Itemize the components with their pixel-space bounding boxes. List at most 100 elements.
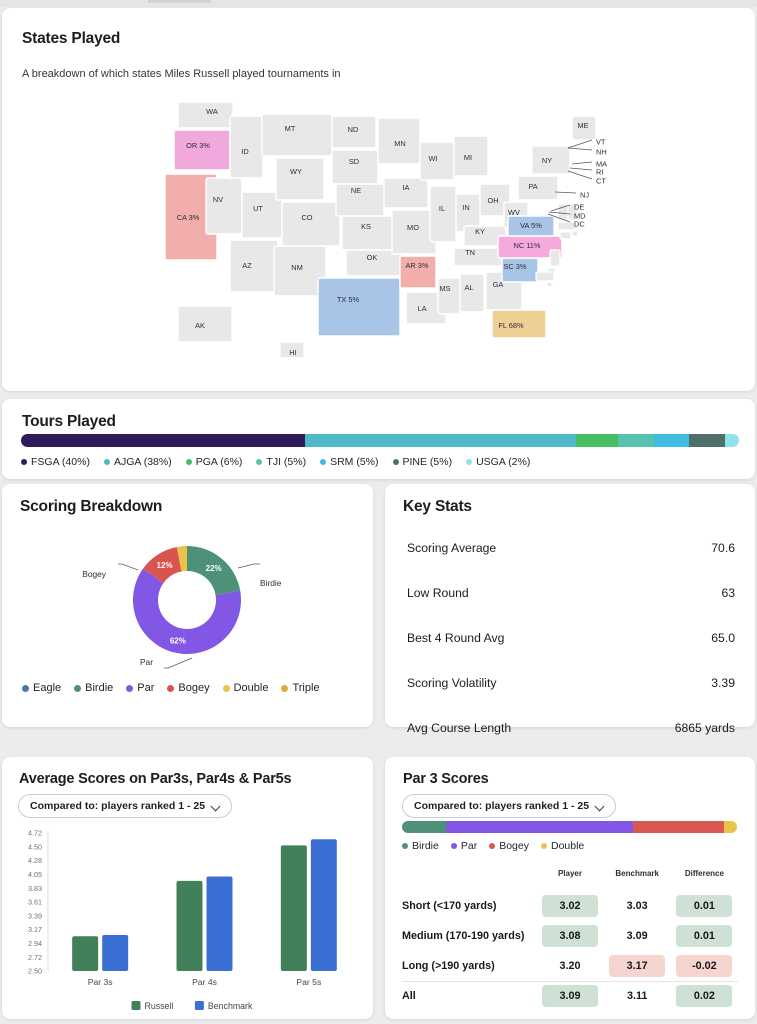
bar-par4s-russell[interactable] [176, 880, 203, 971]
tours-legend-label: PGA (6%) [195, 456, 243, 468]
tours-segment-srm[interactable] [653, 434, 690, 447]
map-state-md[interactable] [535, 271, 555, 282]
par3-header-row: Player Benchmark Difference [402, 861, 738, 891]
us-choropleth-map[interactable]: WA OR 3% ID MT ND MN WI MI SD WY CA 3% NV UT CO NE IA IL… [2, 86, 755, 386]
tours-segment-pine[interactable] [689, 434, 725, 447]
par3-segment-birdie[interactable] [402, 821, 446, 833]
tours-segment-fsga[interactable] [21, 434, 306, 447]
key-stat-value: 65.0 [711, 630, 735, 645]
map-label-sc: SC 3% [503, 262, 526, 271]
tours-legend-item: PGA (6%) [185, 456, 243, 468]
map-label-nj: NJ [580, 191, 589, 200]
y-tick-label: 2.50 [28, 967, 42, 976]
map-label-mt: MT [285, 124, 296, 133]
map-state-al[interactable] [459, 273, 485, 313]
par3-segment-par[interactable] [445, 821, 634, 833]
map-state-wy[interactable] [275, 157, 325, 201]
key-stat-label: Avg Course Length [407, 720, 512, 735]
par3-table-head: Player Benchmark Difference [402, 861, 738, 891]
y-tick-label: 4.05 [28, 870, 42, 879]
tours-legend-item: TJI (5%) [256, 456, 306, 468]
tours-legend-item: FSGA (40%) [21, 456, 90, 468]
tours-segment-pga[interactable] [575, 434, 619, 447]
par3-cell-value: 3.02 [541, 895, 598, 917]
x-category-label: Par 3s [88, 977, 113, 987]
chevron-down-icon [596, 802, 604, 810]
map-label-la: LA [417, 304, 426, 313]
map-label-sd: SD [349, 157, 359, 166]
map-state-ri[interactable] [571, 230, 579, 237]
par3-cell-value: 3.03 [626, 900, 648, 912]
map-label-il: IL [439, 204, 445, 213]
tours-segment-ajga[interactable] [305, 434, 576, 447]
tours-stacked-bar[interactable] [21, 434, 739, 447]
map-state-pa[interactable] [517, 175, 559, 201]
bar-par4s-benchmark[interactable] [206, 876, 233, 971]
legend-dot-icon [22, 684, 29, 692]
tours-segment-tji[interactable] [618, 434, 654, 447]
scoring-donut-chart[interactable]: 22% 62% 12% Bogey Birdie Par [2, 522, 373, 682]
scoring-legend-item: Bogey [167, 682, 210, 694]
average-scores-bar-chart[interactable]: 4.72 4.50 4.28 4.05 3.83 3.61 3.39 3.17 2.94 2.72… [2, 827, 373, 1019]
map-label-me: ME [577, 121, 588, 130]
map-state-ak[interactable] [177, 305, 233, 343]
donut-leader-line [164, 657, 193, 669]
map-svg: WA OR 3% ID MT ND MN WI MI SD WY CA 3% NV UT CO NE IA IL… [164, 101, 607, 359]
legend-dot-icon [392, 459, 399, 465]
map-state-nj[interactable] [549, 249, 561, 267]
bar-par5s-russell[interactable] [280, 845, 307, 971]
map-label-in: IN [462, 203, 469, 212]
map-label-ga: GA [493, 280, 504, 289]
average-scores-filter-dropdown[interactable]: Compared to: players ranked 1 - 25 [18, 794, 233, 818]
map-label-pa: PA [528, 182, 537, 191]
map-state-dc[interactable] [546, 281, 553, 288]
donut-leader-line [237, 563, 260, 569]
par3-stacked-bar[interactable] [402, 821, 737, 833]
map-state-az[interactable] [229, 239, 279, 293]
map-state-or[interactable] [173, 129, 231, 171]
bar-par5s-benchmark[interactable] [310, 839, 337, 971]
map-label-mi: MI [464, 153, 472, 162]
tours-legend-item: PINE (5%) [392, 456, 452, 468]
par3-segment-double[interactable] [723, 821, 737, 833]
tours-played-card: Tours Played FSGA (40%) AJGA (38%) PGA (6%… [2, 399, 755, 479]
average-scores-card: Average Scores on Par3s, Par4s & Par5s C… [2, 757, 373, 1019]
scoring-legend-label: Triple [292, 682, 320, 694]
map-label-wa: WA [206, 107, 218, 116]
tours-legend: FSGA (40%) AJGA (38%) PGA (6%) TJI (5%) SRM … [21, 456, 741, 468]
par3-segment-bogey[interactable] [633, 821, 724, 833]
donut-callout-birdie: Birdie [260, 578, 282, 588]
legend-dot-icon [281, 684, 289, 692]
par3-cell-benchmark: 3.11 [604, 981, 671, 1011]
map-label-ar: AR 3% [405, 261, 428, 270]
tours-segment-usga[interactable] [724, 434, 739, 447]
bar-par3s-benchmark[interactable] [102, 934, 129, 971]
legend-dot-icon [489, 843, 496, 849]
par3-legend-label: Birdie [412, 840, 439, 852]
par3-table-row: Long (>190 yards) 3.20 3.17 -0.02 [402, 951, 738, 981]
map-state-nv[interactable] [205, 177, 243, 235]
map-state-sd[interactable] [331, 149, 379, 185]
map-label-ri: RI [596, 168, 603, 177]
legend-dot-icon [222, 684, 230, 692]
map-state-co[interactable] [281, 201, 341, 247]
legend-dot-icon [540, 843, 547, 849]
map-label-wy: WY [290, 167, 302, 176]
key-stat-value: 63 [721, 585, 735, 600]
key-stat-label: Low Round [407, 585, 469, 600]
par3-row-label: Medium (170-190 yards) [402, 930, 525, 942]
bar-par3s-russell[interactable] [72, 936, 99, 971]
scoring-legend-item: Double [222, 682, 268, 694]
par3-table-wrapper: Player Benchmark Difference Short (<170 ya… [402, 861, 738, 1011]
par3-filter-dropdown[interactable]: Compared to: players ranked 1 - 25 [402, 794, 617, 818]
map-state-ct[interactable] [559, 231, 572, 240]
key-stat-row: Avg Course Length 6865 yards [407, 705, 735, 750]
legend-dot-icon [256, 459, 263, 465]
map-state-il[interactable] [429, 185, 457, 243]
par3-legend: Birdie Par Bogey Double [402, 840, 584, 852]
map-state-mt[interactable] [261, 113, 333, 157]
x-category-label: Par 5s [296, 977, 321, 987]
map-state-tx[interactable] [317, 277, 401, 337]
par3-legend-label: Bogey [499, 840, 529, 852]
par3-legend-item: Birdie [402, 840, 439, 852]
